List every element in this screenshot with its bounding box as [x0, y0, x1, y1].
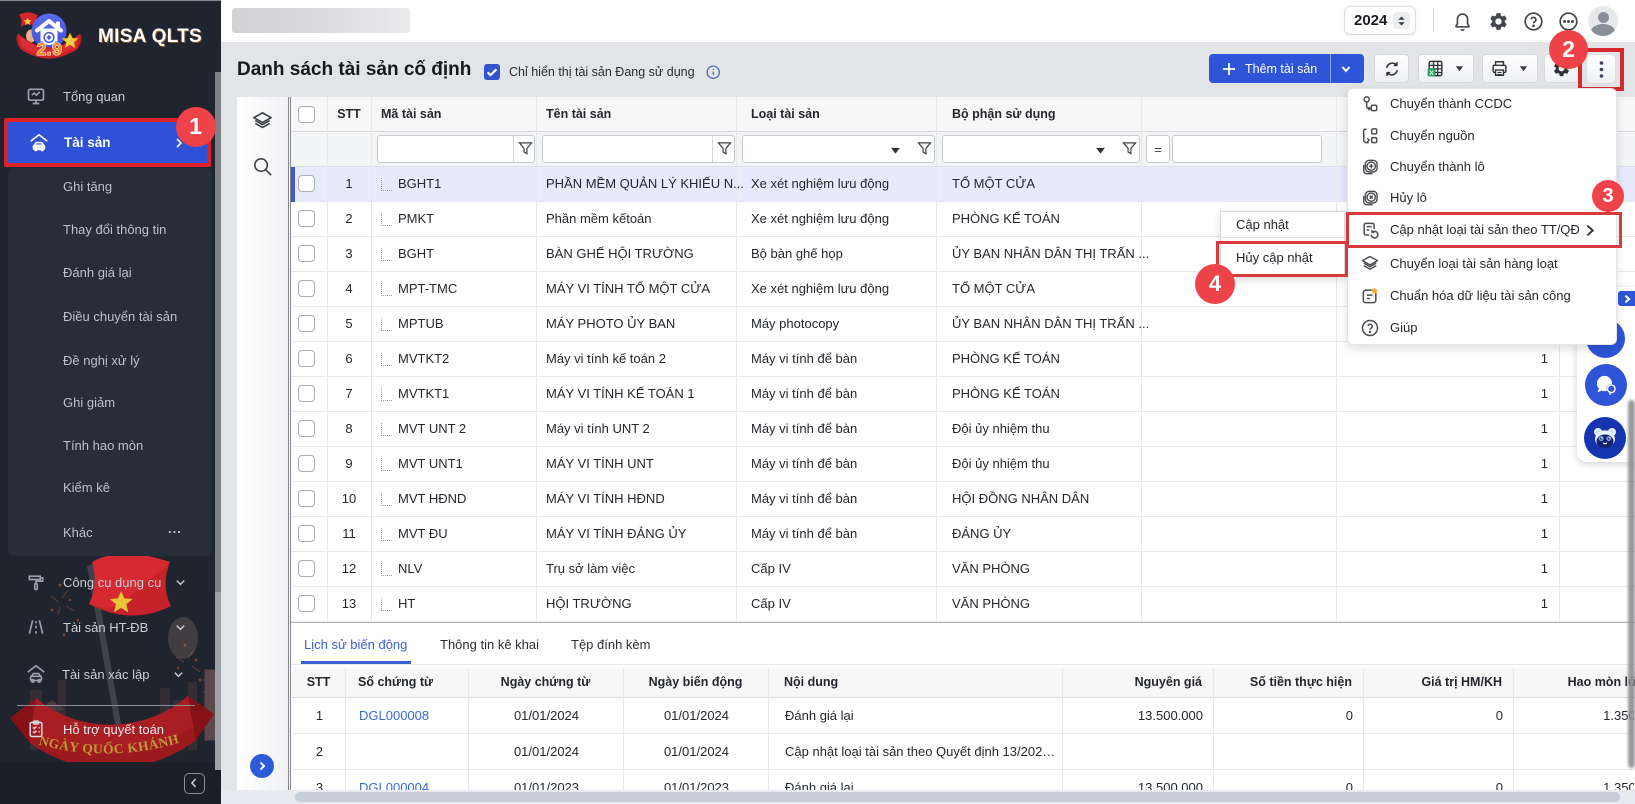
- svg-text:X: X: [1429, 70, 1434, 77]
- svg-text:2.9: 2.9: [37, 39, 63, 59]
